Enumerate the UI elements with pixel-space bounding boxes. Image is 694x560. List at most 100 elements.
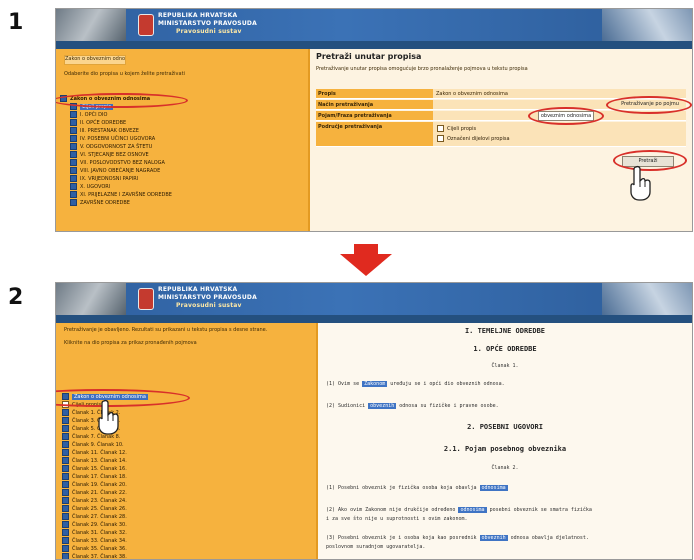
doc-paragraph-5: i za sve što nije u suprotnosti s ovim z… [326,516,468,522]
tree-item[interactable]: I. OPĆI DIO [70,111,172,118]
doc-paragraph-4: (2) Ako ovim Zakonom nije drukčije određ… [326,507,592,513]
tree-item[interactable]: Članak 9. Članak 10. [62,441,148,448]
checkbox-icon[interactable] [70,135,77,142]
tree-item[interactable]: Članak 17. Članak 18. [62,473,148,480]
tree-item[interactable]: III. PRESTANAK OBVEZE [70,127,172,134]
banner-photo-left [56,283,126,315]
checkbox-icon[interactable] [70,143,77,150]
tree-item[interactable]: Članak 21. Članak 22. [62,489,148,496]
checkbox-icon[interactable] [70,191,77,198]
checkbox-icon[interactable] [70,175,77,182]
nav-bar[interactable] [56,315,692,323]
doc-paragraph-3: (1) Posebni obveznik je fizička osoba ko… [326,485,508,491]
screenshot-step-2: REPUBLIKA HRVATSKA MINISTARSTVO PRAVOSUD… [55,282,693,560]
step-number-1: 1 [8,10,24,35]
tree-item[interactable]: VII. POSLOVODSTVO BEZ NALOGA [70,159,172,166]
tree-item[interactable]: V. ODGOVORNOST ZA ŠTETU [70,143,172,150]
highlight-oval-phrase [528,107,604,125]
tree-item[interactable]: VI. STJECANJE BEZ OSNOVE [70,151,172,158]
tree-item[interactable]: Članak 33. Članak 34. [62,537,148,544]
checkbox-icon[interactable] [62,481,69,488]
checkbox-icon[interactable] [62,433,69,440]
tree-item[interactable]: Članak 35. Članak 36. [62,545,148,552]
site-banner: REPUBLIKA HRVATSKA MINISTARSTVO PRAVOSUD… [56,9,692,41]
left-tree-panel: Zakon o obveznim odnosima Odaberite dio … [56,49,310,231]
coat-of-arms-icon [138,14,154,36]
checkbox-icon[interactable] [70,127,77,134]
doc-heading-4: 2.1. Pojam posebnog obveznika [443,445,567,453]
radio-icon[interactable] [437,135,444,142]
checkbox-icon[interactable] [62,465,69,472]
doc-heading-3: 2. POSEBNI UGOVORI [467,423,543,431]
tree-item[interactable]: IX. VRIJEDNOSNI PAPIRI [70,175,172,182]
checkbox-icon[interactable] [62,489,69,496]
document-panel: I. TEMELJNE ODREDBE 1. OPĆE ODREDBE Član… [318,323,692,559]
banner-title-1: REPUBLIKA HRVATSKA [158,12,238,19]
search-hit: odnosima [479,485,508,491]
scope-option-selected[interactable]: Označeni dijelovi propisa [437,135,510,142]
doc-paragraph-7: poslovnom suradnjom ugovaratelja. [326,544,426,550]
tree-item[interactable]: Članak 15. Članak 16. [62,465,148,472]
checkbox-icon[interactable] [70,111,77,118]
checkbox-icon[interactable] [62,497,69,504]
checkbox-icon[interactable] [62,521,69,528]
radio-icon[interactable] [437,125,444,132]
checkbox-icon[interactable] [62,441,69,448]
form-row-scope: Područje pretraživanja Cijeli propis Ozn… [316,122,686,147]
doc-article-2: Članak 2. [491,465,519,471]
highlight-oval-root [56,93,188,108]
checkbox-icon[interactable] [62,409,69,416]
checkbox-icon[interactable] [62,529,69,536]
scope-option-all[interactable]: Cijeli propis [437,125,476,132]
checkbox-icon[interactable] [70,199,77,206]
checkbox-icon[interactable] [62,545,69,552]
tree-item[interactable]: II. OPĆE ODREDBE [70,119,172,126]
banner-title-3: Pravosudni sustav [176,302,242,309]
left-panel-intro: Pretraživanje je obavljeno. Rezultati su… [64,327,268,333]
left-tree-panel: Pretraživanje je obavljeno. Rezultati su… [56,323,318,559]
search-form-panel: Pretraži unutar propisa Pretraživanje un… [310,49,692,231]
panel-intro: Pretraživanje unutar propisa omogućuje b… [316,66,528,72]
left-panel-intro: Odaberite dio propisa u kojem želite pre… [64,71,185,77]
tree-item[interactable]: Članak 25. Članak 26. [62,505,148,512]
tree-item[interactable]: VIII. JAVNO OBEĆANJE NAGRADE [70,167,172,174]
nav-bar[interactable] [56,41,692,49]
tree-item[interactable]: Članak 23. Članak 24. [62,497,148,504]
tree-item[interactable]: Članak 27. Članak 28. [62,513,148,520]
checkbox-icon[interactable] [62,537,69,544]
search-hit: odnosima [458,507,487,513]
highlight-oval-selected [56,389,190,407]
site-banner: REPUBLIKA HRVATSKA MINISTARSTVO PRAVOSUD… [56,283,692,315]
checkbox-icon[interactable] [62,417,69,424]
tree-item[interactable]: Članak 29. Članak 30. [62,521,148,528]
left-panel-header: Zakon o obveznim odnosima [64,55,126,65]
tree-item[interactable]: Članak 11. Članak 12. [62,449,148,456]
step-number-2: 2 [8,285,24,310]
checkbox-icon[interactable] [62,505,69,512]
tree-item[interactable]: Članak 13. Članak 14. [62,457,148,464]
search-hit: Zakonom [362,381,388,387]
checkbox-icon[interactable] [70,151,77,158]
banner-photo-right [602,283,692,315]
checkbox-icon[interactable] [70,119,77,126]
checkbox-icon[interactable] [62,425,69,432]
tree-item[interactable]: Članak 19. Članak 20. [62,481,148,488]
tree-item[interactable]: Članak 37. Članak 38. [62,553,148,559]
checkbox-icon[interactable] [62,553,69,559]
checkbox-icon[interactable] [70,167,77,174]
banner-title-2: MINISTARSTVO PRAVOSUDA [158,20,257,27]
tree-item[interactable]: XI. PRIJELAZNE I ZAVRŠNE ODREDBE [70,191,172,198]
tree-item[interactable]: X. UGOVORI [70,183,172,190]
tree-item[interactable]: ZAVRŠNE ODREDBE [70,199,172,206]
tree-item[interactable]: Članak 31. Članak 32. [62,529,148,536]
hand-cursor-icon [98,399,119,435]
doc-heading-1: I. TEMELJNE ODREDBE [464,327,546,335]
tree-item[interactable]: IV. POSEBNI UČINCI UGOVORA [70,135,172,142]
checkbox-icon[interactable] [70,183,77,190]
search-form: Propis Zakon o obveznim odnosima Način p… [316,89,692,159]
checkbox-icon[interactable] [62,513,69,520]
checkbox-icon[interactable] [62,449,69,456]
checkbox-icon[interactable] [62,457,69,464]
checkbox-icon[interactable] [70,159,77,166]
checkbox-icon[interactable] [62,473,69,480]
